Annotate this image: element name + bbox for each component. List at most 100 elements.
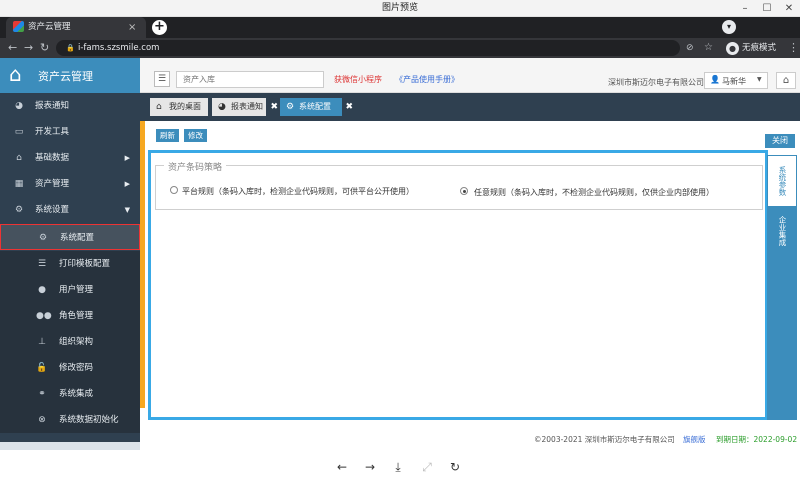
edit-button[interactable]: 修改 [184, 129, 207, 142]
sidebar-subitem-password[interactable]: 🔓 修改密码 [0, 355, 140, 381]
sidebar-subitem-label: 系统集成 [59, 389, 94, 399]
tab-favicon-icon [13, 21, 24, 32]
sidebar-item-label: 系统设置 [35, 205, 70, 215]
sidebar-item-report[interactable]: ◕ 报表通知 [0, 93, 140, 119]
refresh-button[interactable]: 刷新 [156, 129, 179, 142]
sidebar-subitem-print-template[interactable]: ☰ 打印模板配置 [0, 251, 140, 277]
sidebar-subitem-label: 修改密码 [59, 363, 94, 373]
radio-selected-dot [462, 189, 466, 193]
product-manual-link[interactable]: 《产品使用手册》 [395, 74, 459, 85]
times-circle-icon: ⊗ [38, 415, 46, 425]
search-input[interactable] [176, 71, 324, 88]
tab-my-desktop[interactable]: ⌂ 我的桌面 [150, 98, 208, 116]
sidebar-subitem-label: 角色管理 [59, 311, 94, 321]
dashboard-icon: ◕ [218, 102, 226, 112]
company-name: 深圳市斯迈尔电子有限公司 [608, 78, 704, 87]
cogs-icon: ⚙ [38, 233, 48, 243]
sidebar-subitem-label: 系统数据初始化 [59, 415, 119, 425]
users-icon: ●● [36, 311, 52, 321]
chevron-down-icon: ▼ [757, 76, 762, 83]
chevron-right-icon: ▶ [124, 154, 130, 162]
rotate-icon[interactable]: ↻ [447, 459, 463, 475]
sidebar-item-label: 基础数据 [35, 153, 70, 163]
minimize-icon[interactable]: – [734, 0, 756, 17]
sidebar-item-label: 报表通知 [35, 101, 70, 111]
wechat-miniprogram-link[interactable]: 获微信小程序 [334, 74, 382, 85]
chevron-down-icon: ▼ [124, 206, 130, 214]
list-icon: ☰ [37, 259, 47, 269]
side-tab-system-params[interactable]: 系统参数 [768, 156, 796, 206]
cogs-icon: ⚙ [14, 205, 24, 215]
url-text: i-fams.szsmile.com [78, 43, 160, 53]
maximize-icon[interactable]: ☐ [756, 0, 778, 17]
sidebar-subitem-users[interactable]: ● 用户管理 [0, 277, 140, 303]
eye-slash-icon[interactable]: ⊘ [686, 38, 694, 58]
back-icon[interactable]: ← [8, 38, 17, 58]
any-rule-label[interactable]: 任意规则（条码入库时，不检测企业代码规则，仅供企业内部使用） [474, 187, 714, 198]
home-icon: ⌂ [16, 153, 22, 163]
platform-rule-radio[interactable] [170, 186, 178, 194]
sidebar-item-basedata[interactable]: ⌂ 基础数据 ▶ [0, 145, 140, 171]
sidebar-subitem-label: 打印模板配置 [59, 259, 111, 269]
cogs-icon: ⚙ [286, 102, 295, 112]
sidebar-subitem-sysconfig[interactable]: ⚙ 系统配置 [0, 224, 140, 250]
user-icon: ● [38, 285, 46, 295]
user-icon: 👤 [710, 75, 720, 84]
sidebar-item-devtools[interactable]: ▭ 开发工具 [0, 119, 140, 145]
close-button[interactable]: 关闭 [765, 134, 795, 148]
laptop-icon: ▭ [14, 127, 24, 137]
new-tab-button[interactable]: + [152, 20, 167, 35]
tab-close-icon[interactable]: ✖ [345, 98, 353, 116]
home-icon: ⌂ [156, 102, 162, 112]
tab-label: 报表通知 [231, 102, 263, 111]
incognito-label[interactable]: 无痕模式 [742, 41, 776, 56]
tab-label: 我的桌面 [169, 102, 201, 111]
strategy-legend: 资产条码策略 [164, 160, 227, 173]
chevron-right-icon: ▶ [124, 180, 130, 188]
next-icon[interactable]: → [362, 459, 378, 475]
incognito-icon: ● [726, 42, 739, 55]
menu-toggle-button[interactable]: ☰ [154, 71, 170, 87]
browser-menu-icon[interactable]: ⋮ [788, 38, 799, 58]
tab-close-icon[interactable]: ✖ [270, 98, 278, 116]
previous-icon[interactable]: ← [334, 459, 350, 475]
dashboard-icon: ◕ [15, 101, 23, 111]
sitemap-icon: ⊥ [38, 337, 46, 347]
grid-icon: ▦ [14, 179, 24, 189]
sidebar-item-label: 资产管理 [35, 179, 70, 189]
tab-search-icon[interactable]: ▾ [722, 20, 736, 34]
bookmark-star-icon[interactable]: ☆ [704, 38, 713, 58]
lock-icon: 🔓 [36, 363, 48, 373]
home-button[interactable]: ⌂ [776, 72, 796, 89]
close-window-icon[interactable]: ✕ [778, 0, 800, 17]
lock-icon[interactable]: 🔒 [66, 40, 75, 56]
sidebar-subitem-roles[interactable]: ●● 角色管理 [0, 303, 140, 329]
reload-icon[interactable]: ↻ [40, 38, 49, 58]
browser-tab[interactable] [6, 17, 146, 38]
link-icon: ⚭ [38, 389, 46, 399]
fit-screen-icon[interactable]: ⤢ [419, 459, 435, 475]
sidebar-item-settings[interactable]: ⚙ 系统设置 ▼ [0, 197, 140, 223]
content-accent-strip [140, 121, 145, 408]
footer-edition: 旗舰版 [683, 435, 706, 444]
tab-sysconfig[interactable]: ⚙ 系统配置 ✖ [280, 98, 353, 116]
sidebar-subitem-label: 用户管理 [59, 285, 94, 295]
sidebar-subitem-data-init[interactable]: ⊗ 系统数据初始化 [0, 407, 140, 433]
tab-report[interactable]: ◕ 报表通知 ✖ [212, 98, 278, 116]
app-logo-text[interactable]: 资产云管理 [38, 68, 93, 84]
forward-icon[interactable]: → [24, 38, 33, 58]
sidebar-item-label: 开发工具 [35, 127, 70, 137]
home-logo-icon[interactable]: ⌂ [9, 63, 22, 85]
tab-close-icon[interactable]: × [128, 19, 136, 36]
sidebar-subitem-label: 组织架构 [59, 337, 94, 347]
sidebar-subitem-integration[interactable]: ⚭ 系统集成 [0, 381, 140, 407]
download-icon[interactable]: ⤓ [390, 459, 406, 475]
side-tab-enterprise-integration[interactable]: 企业集成 [768, 206, 796, 256]
tab-label: 系统配置 [299, 102, 331, 111]
platform-rule-label[interactable]: 平台规则（条码入库时，检测企业代码规则，可供平台公开使用） [182, 186, 414, 197]
viewer-title: 图片预览 [381, 3, 418, 13]
sidebar-subitem-label: 系统配置 [60, 233, 95, 243]
sidebar-item-assets[interactable]: ▦ 资产管理 ▶ [0, 171, 140, 197]
sidebar-subitem-org[interactable]: ⊥ 组织架构 [0, 329, 140, 355]
browser-tab-title: 资产云管理 [28, 22, 71, 32]
